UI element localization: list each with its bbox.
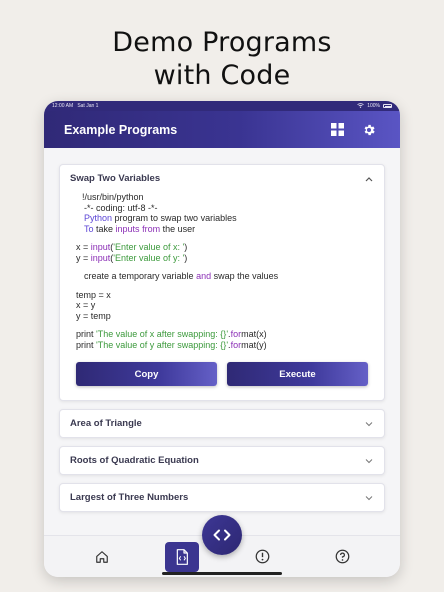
card-title: Swap Two Variables [70,173,161,184]
wifi-icon [357,102,364,110]
card-title: Largest of Three Numbers [70,492,189,503]
code-line: y = input('Enter value of y: ') [76,252,188,263]
program-card-largest[interactable]: Largest of Three Numbers [59,483,385,512]
code-block: !/usr/bin/python -*- coding: utf-8 -*- Pyt… [60,192,384,350]
code-line: To take inputs from the user [84,223,196,234]
help-icon[interactable] [325,542,359,572]
program-list: Swap Two Variables !/usr/bin/python -*- c… [59,164,385,520]
chevron-down-icon[interactable] [364,493,374,503]
card-header-largest[interactable]: Largest of Three Numbers [60,484,384,511]
chevron-down-icon[interactable] [364,419,374,429]
chevron-up-icon[interactable] [364,174,374,184]
home-indicator[interactable] [162,572,282,575]
card-title: Roots of Quadratic Equation [70,455,199,466]
status-time: 12:00 AM [52,103,74,109]
promo-title-line1: Demo Programs [112,27,332,58]
battery-percent: 100% [367,103,380,109]
code-line: print 'The value of y after swapping: {}… [76,339,267,350]
card-header-quadratic[interactable]: Roots of Quadratic Equation [60,447,384,474]
program-card-quadratic[interactable]: Roots of Quadratic Equation [59,446,385,475]
battery-icon [383,104,392,108]
device-frame: 12:00 AM Sat Jan 1 100% Example Programs… [44,101,400,577]
promo-title-line2: with Code [153,60,291,91]
code-line: y = temp [76,310,111,321]
code-line: print 'The value of x after swapping: {}… [76,329,267,339]
code-fab-button[interactable] [202,515,242,555]
code-line: !/usr/bin/python [82,192,144,202]
code-brackets-icon [213,529,231,541]
code-line: -*- coding: utf-8 -*- [84,202,158,213]
copy-button[interactable]: Copy [76,362,217,386]
card-header-swap[interactable]: Swap Two Variables [60,165,384,192]
program-card-swap: Swap Two Variables !/usr/bin/python -*- c… [59,164,385,401]
code-line: temp = x [76,289,111,300]
card-title: Area of Triangle [70,418,142,429]
action-buttons: Copy Execute [60,350,384,400]
app-bar: Example Programs [44,111,400,148]
grid-view-icon[interactable] [326,119,348,141]
code-line: Python program to swap two variables [84,213,237,223]
card-header-area[interactable]: Area of Triangle [60,410,384,437]
status-date: Sat Jan 1 [77,103,99,109]
home-icon[interactable] [85,542,119,572]
chevron-down-icon[interactable] [364,456,374,466]
status-bar: 12:00 AM Sat Jan 1 100% [44,101,400,111]
code-line: create a temporary variable and swap the… [84,271,279,281]
promo-title: Demo Programs with Code [0,26,444,92]
code-file-icon[interactable] [165,541,199,572]
program-card-area[interactable]: Area of Triangle [59,409,385,438]
page-title: Example Programs [64,122,178,137]
code-line: x = input('Enter value of x: ') [76,242,188,252]
code-line: x = y [76,300,96,310]
execute-button[interactable]: Execute [227,362,368,386]
info-icon[interactable] [245,542,279,572]
gear-icon[interactable] [358,119,380,141]
